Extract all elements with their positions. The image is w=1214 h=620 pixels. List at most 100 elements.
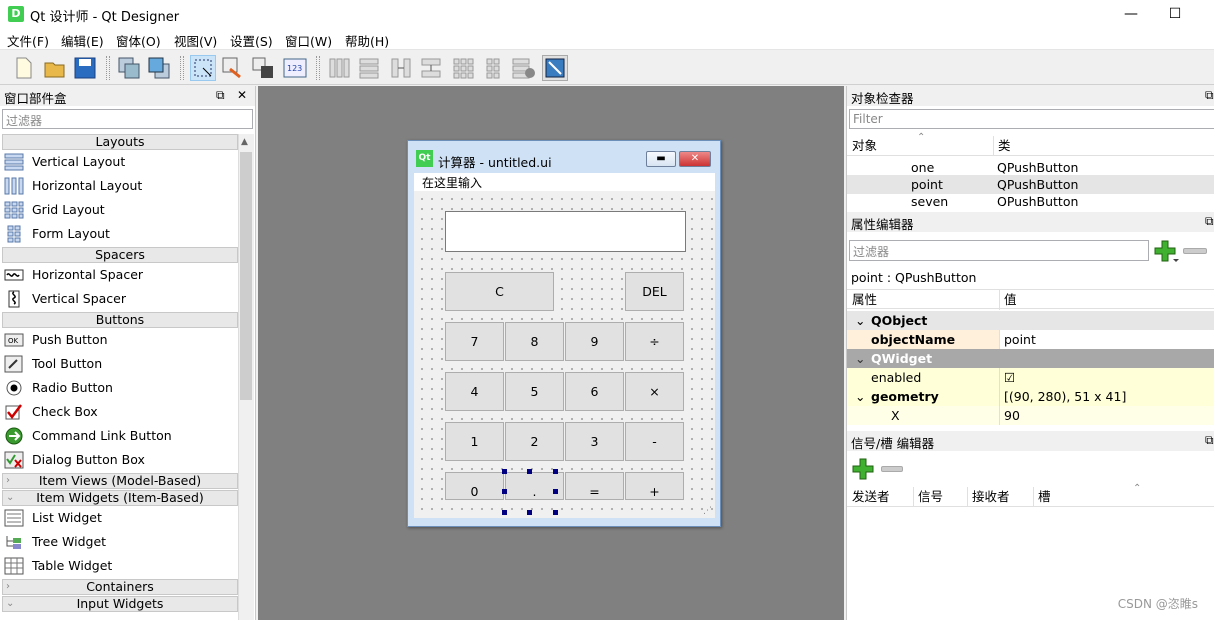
vertical-spacer-item[interactable]: Vertical Spacer xyxy=(4,287,126,311)
key-eight[interactable]: 8 xyxy=(505,322,564,361)
vertical-layout-item[interactable]: Vertical Layout xyxy=(4,150,125,174)
table-widget-item[interactable]: Table Widget xyxy=(4,554,112,578)
grid-layout-item[interactable]: Grid Layout xyxy=(4,198,105,222)
layout-form-icon[interactable] xyxy=(480,55,506,81)
form-window[interactable]: Qt 计算器 - untitled.ui ▬ ✕ 在这里输入 C DEL 7 8… xyxy=(407,140,721,527)
float-icon[interactable]: ⧉ xyxy=(216,88,225,103)
property-row-enabled[interactable]: enabled ☑ xyxy=(847,368,1214,387)
key-minus[interactable]: - xyxy=(625,422,684,461)
check-box-item[interactable]: Check Box xyxy=(4,400,98,424)
bring-to-front-icon[interactable] xyxy=(146,55,172,81)
selection-handle[interactable] xyxy=(502,469,507,474)
property-row-x[interactable]: X 90 xyxy=(847,406,1214,425)
menu-view[interactable]: 视图(V) xyxy=(174,31,217,50)
command-link-button-item[interactable]: Command Link Button xyxy=(4,424,172,448)
col-value[interactable]: 值 xyxy=(999,290,1017,310)
list-widget-item[interactable]: List Widget xyxy=(4,506,102,530)
dialog-button-box-item[interactable]: Dialog Button Box xyxy=(4,448,145,472)
category-layouts[interactable]: Layouts xyxy=(2,134,238,150)
category-buttons[interactable]: Buttons xyxy=(2,312,238,328)
add-connection-icon[interactable] xyxy=(851,457,875,481)
remove-connection-icon[interactable] xyxy=(881,466,903,472)
adjust-size-icon[interactable] xyxy=(542,55,568,81)
save-icon[interactable] xyxy=(72,55,98,81)
enabled-checkbox[interactable]: ☑ xyxy=(999,368,1015,387)
horizontal-layout-item[interactable]: Horizontal Layout xyxy=(4,174,142,198)
key-multiply[interactable]: × xyxy=(625,372,684,411)
menu-file[interactable]: 文件(F) xyxy=(7,31,49,50)
key-seven[interactable]: 7 xyxy=(445,322,504,361)
close-icon[interactable]: ✕ xyxy=(237,88,247,102)
minimize-button[interactable]: — xyxy=(1108,0,1154,28)
col-signal[interactable]: 信号 xyxy=(913,487,943,507)
float-icon[interactable]: ⧉ xyxy=(1205,88,1214,103)
form-canvas[interactable]: C DEL 7 8 9 ÷ 4 5 6 × 1 2 3 - 0 . = + ⋰ xyxy=(414,191,715,518)
category-containers[interactable]: › Containers xyxy=(2,579,238,595)
category-spacers[interactable]: Spacers xyxy=(2,247,238,263)
form-minimize-button[interactable]: ▬ xyxy=(646,151,676,167)
widget-filter-input[interactable]: 过滤器 xyxy=(2,109,253,129)
push-button-item[interactable]: OK Push Button xyxy=(4,328,108,352)
scroll-up-icon[interactable]: ▲ xyxy=(241,137,248,147)
menu-settings[interactable]: 设置(S) xyxy=(230,31,273,50)
key-delete[interactable]: DEL xyxy=(625,272,684,311)
menu-help[interactable]: 帮助(H) xyxy=(345,31,389,50)
key-clear[interactable]: C xyxy=(445,272,554,311)
tool-button-item[interactable]: Tool Button xyxy=(4,352,102,376)
layout-grid-icon[interactable] xyxy=(450,55,476,81)
category-item-views[interactable]: › Item Views (Model-Based) xyxy=(2,473,238,489)
edit-signals-icon[interactable] xyxy=(220,55,246,81)
form-layout-item[interactable]: Form Layout xyxy=(4,222,110,246)
key-two[interactable]: 2 xyxy=(505,422,564,461)
splitter-horizontal-icon[interactable] xyxy=(388,55,414,81)
selection-handle[interactable] xyxy=(502,510,507,515)
col-receiver[interactable]: 接收者 xyxy=(967,487,1010,507)
widget-box-scroll-thumb[interactable] xyxy=(240,152,252,400)
col-class[interactable]: 类 xyxy=(993,136,1011,156)
horizontal-spacer-item[interactable]: Horizontal Spacer xyxy=(4,263,143,287)
key-three[interactable]: 3 xyxy=(565,422,624,461)
key-four[interactable]: 4 xyxy=(445,372,504,411)
category-input-widgets[interactable]: ⌄ Input Widgets xyxy=(2,596,238,612)
remove-property-icon[interactable] xyxy=(1183,248,1207,254)
splitter-vertical-icon[interactable] xyxy=(418,55,444,81)
key-one[interactable]: 1 xyxy=(445,422,504,461)
display-line-edit[interactable] xyxy=(445,211,686,252)
selection-handle[interactable] xyxy=(502,489,507,494)
key-plus[interactable]: + xyxy=(625,472,684,500)
edit-widgets-icon[interactable] xyxy=(190,55,216,81)
selection-handle[interactable] xyxy=(527,469,532,474)
open-icon[interactable] xyxy=(42,55,68,81)
edit-tab-order-icon[interactable]: 123 xyxy=(282,55,308,81)
object-row[interactable]: seven QPushButton xyxy=(847,192,1214,206)
key-zero[interactable]: 0 xyxy=(445,472,504,500)
property-group-qobject[interactable]: ⌄ QObject xyxy=(847,311,1214,330)
key-point[interactable]: . xyxy=(505,472,564,500)
selection-handle[interactable] xyxy=(553,489,558,494)
col-object[interactable]: 对象 xyxy=(852,136,877,156)
form-close-button[interactable]: ✕ xyxy=(679,151,711,167)
key-nine[interactable]: 9 xyxy=(565,322,624,361)
layout-horizontal-icon[interactable] xyxy=(326,55,352,81)
col-slot[interactable]: 槽 xyxy=(1033,487,1051,507)
radio-button-item[interactable]: Radio Button xyxy=(4,376,113,400)
resize-grip-icon[interactable]: ⋰ xyxy=(703,506,712,516)
break-layout-icon[interactable] xyxy=(510,55,536,81)
selection-handle[interactable] xyxy=(527,510,532,515)
edit-buddies-icon[interactable] xyxy=(250,55,276,81)
menu-type-here[interactable]: 在这里输入 xyxy=(422,174,482,191)
float-icon[interactable]: ⧉ xyxy=(1205,214,1214,229)
key-five[interactable]: 5 xyxy=(505,372,564,411)
property-group-qwidget[interactable]: ⌄ QWidget xyxy=(847,349,1214,368)
new-icon[interactable] xyxy=(10,55,36,81)
selection-handle[interactable] xyxy=(553,510,558,515)
layout-vertical-icon[interactable] xyxy=(356,55,382,81)
menu-form[interactable]: 窗体(O) xyxy=(116,31,161,50)
category-item-widgets[interactable]: ⌄ Item Widgets (Item-Based) xyxy=(2,490,238,506)
object-filter-input[interactable]: Filter xyxy=(849,109,1214,129)
send-to-back-icon[interactable] xyxy=(116,55,142,81)
property-filter-input[interactable]: 过滤器 xyxy=(849,240,1149,261)
col-property[interactable]: 属性 xyxy=(852,290,877,310)
menu-window[interactable]: 窗口(W) xyxy=(285,31,332,50)
property-row-objectname[interactable]: objectName point xyxy=(847,330,1214,349)
